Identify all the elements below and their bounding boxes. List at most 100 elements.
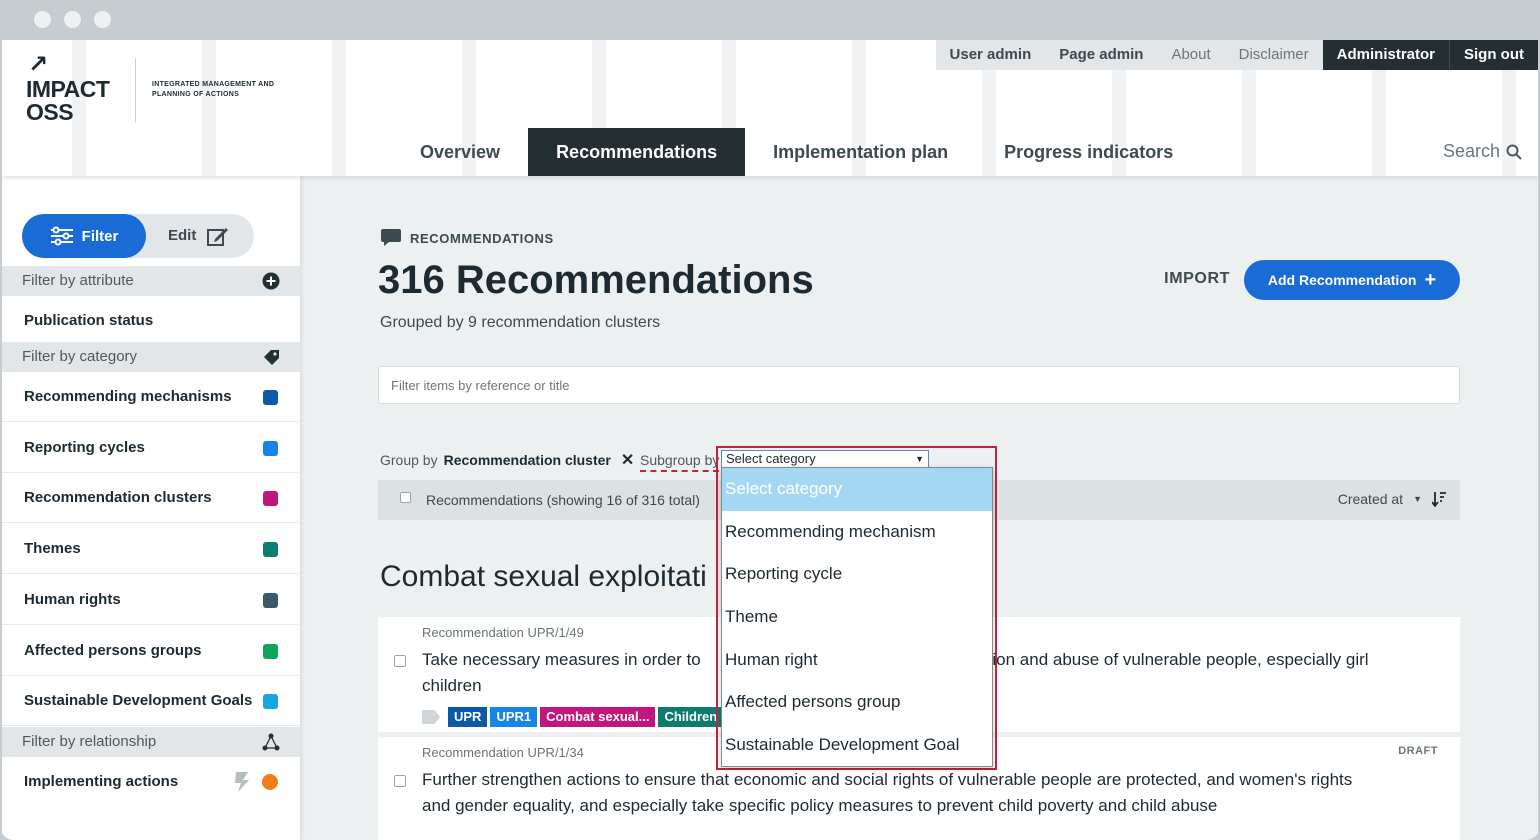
sidebar-item-implementing-actions[interactable]: Implementing actions xyxy=(2,757,300,807)
list-summary: Recommendations (showing 16 of 316 total… xyxy=(426,492,700,508)
category-color-swatch xyxy=(263,694,278,710)
select-arrow-icon: ▼ xyxy=(915,454,924,464)
browser-window: ↗ IMPACT OSS INTEGRATED MANAGEMENT AND P… xyxy=(0,0,1540,840)
tag-icon xyxy=(264,350,279,365)
dropdown-option[interactable]: Sustainable Development Goal xyxy=(722,724,992,767)
page-subtitle: Grouped by 9 recommendation clusters xyxy=(380,314,661,331)
recommendation-text-line1: Further strengthen actions to ensure tha… xyxy=(422,770,1353,789)
sidebar-item-category[interactable]: Sustainable Development Goals xyxy=(2,676,300,727)
filter-toggle-button[interactable]: Filter xyxy=(22,214,146,258)
edit-toggle-button[interactable]: Edit xyxy=(168,214,230,258)
sidebar-item-category[interactable]: Reporting cycles xyxy=(2,423,300,473)
recommendation-ref: Recommendation UPR/1/49 xyxy=(422,625,584,640)
cluster-title: Combat sexual exploitati xyxy=(380,560,707,593)
dropdown-option[interactable]: Theme xyxy=(722,596,992,639)
topnav-administrator[interactable]: Administrator xyxy=(1322,40,1449,70)
section-relationship-label: Filter by relationship xyxy=(22,733,157,750)
dropdown-option[interactable]: Affected persons group xyxy=(722,681,992,724)
import-button[interactable]: IMPORT xyxy=(1164,270,1230,288)
window-dot-close[interactable] xyxy=(34,11,51,28)
topnav-disclaimer[interactable]: Disclaimer xyxy=(1224,40,1323,70)
sidebar-item-category[interactable]: Recommendation clusters xyxy=(2,473,300,524)
sidebar: Filter Edit Filter by attribute Publicat… xyxy=(2,176,300,840)
filter-edit-toggle: Filter Edit xyxy=(22,214,254,258)
subgroup-select[interactable]: Select category ▼ xyxy=(721,450,929,468)
sliders-icon xyxy=(50,226,73,246)
sort-dropdown-arrow-icon: ▼ xyxy=(1413,494,1422,504)
recommendation-checkbox[interactable] xyxy=(394,775,406,787)
dropdown-option[interactable]: Reporting cycle xyxy=(722,553,992,596)
filter-toggle-label: Filter xyxy=(81,227,119,245)
section-category-label: Filter by category xyxy=(22,348,138,365)
kicker-label: RECOMMENDATIONS xyxy=(410,230,554,246)
implementing-actions-dot xyxy=(262,774,278,790)
dropdown-option[interactable]: Select category xyxy=(722,468,992,511)
impact-oss-logo[interactable]: ↗ IMPACT OSS xyxy=(26,50,136,130)
site-header: ↗ IMPACT OSS INTEGRATED MANAGEMENT AND P… xyxy=(2,40,1538,176)
subgroup-select-value: Select category xyxy=(726,451,816,466)
tag-combat-sexual[interactable]: Combat sexual... xyxy=(540,707,656,727)
sort-label: Created at xyxy=(1337,491,1404,507)
clear-group-by-icon[interactable]: ✕ xyxy=(621,450,634,470)
sidebar-item-label: Human rights xyxy=(24,590,121,608)
logo-title: IMPACT OSS xyxy=(26,76,110,125)
page-kicker: RECOMMENDATIONS xyxy=(380,228,554,248)
select-all-checkbox[interactable] xyxy=(400,492,411,503)
topnav-user-admin[interactable]: User admin xyxy=(935,40,1046,70)
recommendation-text[interactable]: Further strengthen actions to ensure tha… xyxy=(422,767,1422,819)
tab-recommendations[interactable]: Recommendations xyxy=(528,128,746,176)
edit-toggle-label: Edit xyxy=(168,227,197,244)
add-circle-icon[interactable] xyxy=(262,272,280,290)
sidebar-item-label: Recommending mechanisms xyxy=(24,388,232,405)
sidebar-item-category[interactable]: Themes xyxy=(2,524,300,575)
window-dot-minimize[interactable] xyxy=(64,11,81,28)
section-attribute-label: Filter by attribute xyxy=(22,272,134,289)
recommendation-text-line2: children xyxy=(422,676,482,695)
topnav-page-admin[interactable]: Page admin xyxy=(1045,40,1158,70)
edit-icon xyxy=(207,228,229,246)
topnav-about[interactable]: About xyxy=(1157,40,1225,70)
window-controls xyxy=(34,11,111,28)
group-by-value[interactable]: Recommendation cluster xyxy=(444,452,611,468)
sidebar-item-category[interactable]: Affected persons groups xyxy=(2,626,300,676)
tag-children[interactable]: Children xyxy=(658,707,724,727)
plus-icon: + xyxy=(1424,269,1437,291)
sort-order-icon[interactable] xyxy=(1432,491,1446,507)
network-icon xyxy=(262,733,280,751)
dropdown-option[interactable]: Human right xyxy=(722,639,992,682)
sidebar-item-category[interactable]: Human rights xyxy=(2,575,300,625)
filter-search-input[interactable] xyxy=(378,366,1460,404)
tab-overview[interactable]: Overview xyxy=(392,128,528,176)
sidebar-item-category[interactable]: Recommending mechanisms xyxy=(2,372,300,422)
tab-progress-indicators[interactable]: Progress indicators xyxy=(976,128,1201,176)
tag-upr1[interactable]: UPR1 xyxy=(490,707,538,727)
section-filter-by-relationship: Filter by relationship xyxy=(2,727,300,757)
category-color-swatch xyxy=(263,542,278,558)
category-color-swatch xyxy=(263,440,278,456)
window-dot-maximize[interactable] xyxy=(94,11,111,28)
add-recommendation-button[interactable]: Add Recommendation + xyxy=(1244,260,1460,300)
page-title: 316 Recommendations xyxy=(378,258,814,302)
category-color-swatch xyxy=(263,491,278,507)
tag-upr[interactable]: UPR xyxy=(448,707,488,727)
search-button[interactable]: Search xyxy=(1443,141,1522,162)
recommendation-text-start: Take necessary measures in order to xyxy=(422,650,701,669)
recommendation-checkbox[interactable] xyxy=(394,655,406,667)
page-viewport: ↗ IMPACT OSS INTEGRATED MANAGEMENT AND P… xyxy=(2,40,1538,840)
sidebar-item-label: Affected persons groups xyxy=(24,641,202,659)
group-by-control: Group by Recommendation cluster ✕ xyxy=(380,450,634,470)
recommendation-text-end: ation and abuse of vulnerable people, es… xyxy=(978,650,1369,669)
recommendation-ref: Recommendation UPR/1/34 xyxy=(422,745,584,760)
sidebar-item-label: Reporting cycles xyxy=(24,438,145,456)
topnav-sign-out[interactable]: Sign out xyxy=(1449,40,1538,70)
sort-control[interactable]: Created at ▼ xyxy=(1338,491,1446,507)
sidebar-item-label: Themes xyxy=(24,540,81,558)
main-nav: Overview Recommendations Implementation … xyxy=(392,128,1201,176)
sidebar-item-publication-status[interactable]: Publication status xyxy=(2,296,300,346)
logo-subtitle: INTEGRATED MANAGEMENT AND PLANNING OF AC… xyxy=(152,81,275,98)
tab-implementation-plan[interactable]: Implementation plan xyxy=(745,128,976,176)
subgroup-by-label: Subgroup by xyxy=(640,452,720,472)
category-color-swatch xyxy=(263,643,278,659)
search-label: Search xyxy=(1442,141,1500,161)
dropdown-option[interactable]: Recommending mechanism xyxy=(722,511,992,554)
